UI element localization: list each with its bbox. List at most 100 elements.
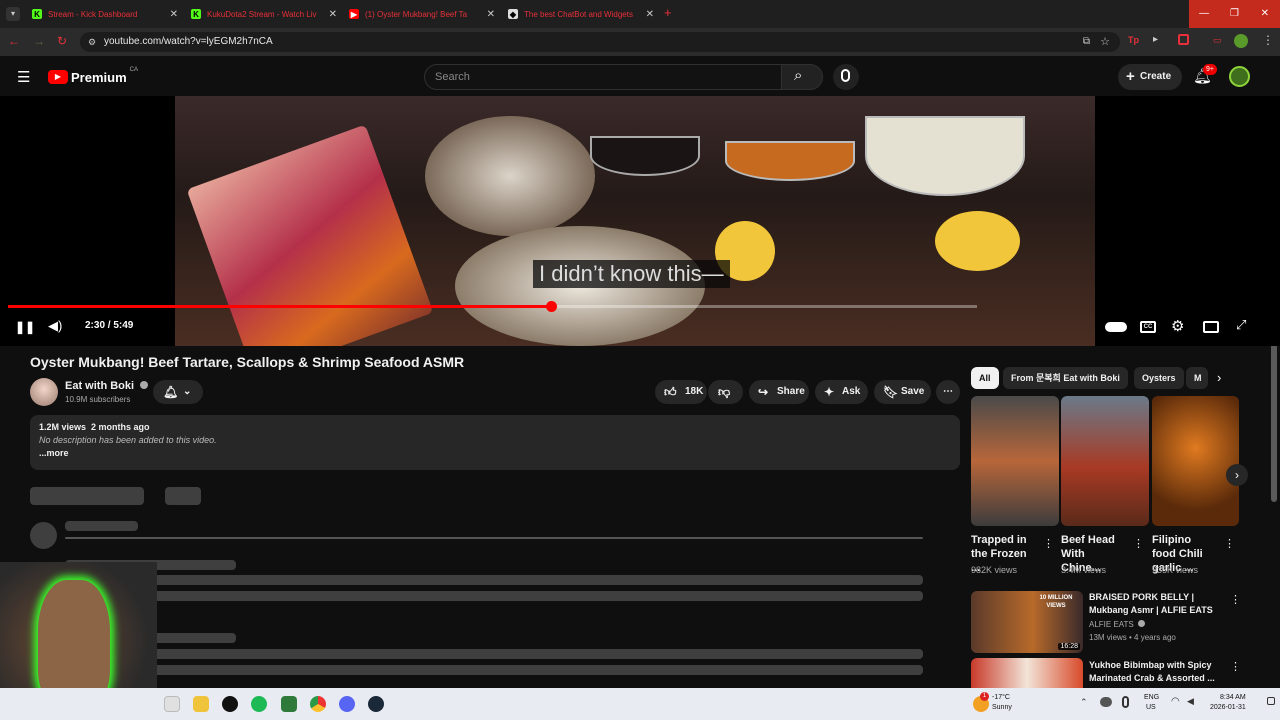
extension-icon[interactable]: ▭ bbox=[1213, 35, 1222, 46]
extension-icon[interactable]: Tp bbox=[1128, 35, 1139, 45]
progress-scrubber[interactable] bbox=[545, 301, 557, 312]
dislike-button[interactable]: 👎︎ bbox=[708, 380, 743, 404]
chip-oysters[interactable]: Oysters bbox=[1134, 367, 1184, 389]
create-button[interactable]: + Create bbox=[1118, 64, 1182, 90]
chip-all[interactable]: All bbox=[971, 367, 999, 389]
chip-more[interactable]: M bbox=[1186, 367, 1208, 389]
menu-icon[interactable]: ☰ bbox=[17, 68, 30, 86]
more-options-icon[interactable]: ⋮ bbox=[1133, 537, 1144, 550]
more-options-icon[interactable]: ⋮ bbox=[1230, 593, 1241, 606]
speaker-icon[interactable]: ◀︎ bbox=[1187, 696, 1194, 707]
channel-avatar[interactable] bbox=[30, 378, 58, 406]
steam-icon[interactable] bbox=[368, 696, 384, 712]
forward-icon[interactable]: → bbox=[33, 34, 45, 48]
start-menu-icon[interactable] bbox=[164, 696, 180, 712]
more-options-icon[interactable]: ⋮ bbox=[1230, 660, 1241, 673]
notification-badge: 9+ bbox=[1203, 64, 1217, 75]
chevron-up-icon[interactable]: ⌃ bbox=[1080, 697, 1088, 708]
tab-kick-dashboard[interactable]: K Stream - Kick Dashboard ✕ bbox=[32, 3, 178, 25]
autoplay-toggle[interactable] bbox=[1105, 322, 1127, 332]
channel-name[interactable]: ALFIE EATS bbox=[1089, 620, 1145, 629]
tiktok-icon[interactable] bbox=[222, 696, 238, 712]
share-button[interactable]: ↪ Share bbox=[749, 380, 809, 404]
youtube-logo[interactable]: ▶ Premium CA bbox=[48, 67, 138, 85]
chip-from-channel[interactable]: From 문복희 Eat with Boki bbox=[1003, 367, 1128, 389]
video-thumbnail[interactable]: 10 MILLION VIEWS 16:28 bbox=[971, 591, 1083, 653]
browser-menu-icon[interactable]: ⋮ bbox=[1262, 33, 1274, 47]
plus-icon: + bbox=[1126, 68, 1135, 85]
address-bar[interactable]: ⚙ youtube.com/watch?v=lyEGM2h7nCA ⧉ ☆ bbox=[80, 32, 1120, 52]
short-thumbnail[interactable] bbox=[971, 396, 1059, 526]
file-explorer-icon[interactable] bbox=[193, 696, 209, 712]
like-button[interactable]: 👍︎ 18K bbox=[655, 380, 707, 404]
weather-temp[interactable]: -17°C bbox=[992, 694, 1010, 701]
chevron-right-icon[interactable]: › bbox=[1217, 370, 1221, 385]
close-tab-icon[interactable]: ✕ bbox=[487, 9, 495, 20]
pause-icon[interactable]: ❚❚ bbox=[15, 320, 35, 334]
video-scene-tray bbox=[186, 124, 434, 346]
account-avatar[interactable] bbox=[1229, 66, 1250, 87]
wifi-icon[interactable]: ◠ bbox=[1171, 696, 1180, 707]
progress-bar[interactable] bbox=[8, 301, 977, 312]
fullscreen-icon[interactable]: ⤢ bbox=[1236, 317, 1246, 333]
close-tab-icon[interactable]: ✕ bbox=[646, 9, 654, 20]
description-box[interactable]: 1.2M views 2 months ago No description h… bbox=[30, 415, 960, 470]
more-options-icon[interactable]: ⋮ bbox=[1043, 537, 1054, 550]
search-button[interactable]: ⌕ bbox=[781, 64, 823, 90]
tab-search-button[interactable]: ▾ bbox=[6, 7, 20, 21]
closed-captions-icon[interactable]: CC bbox=[1140, 321, 1156, 333]
tab-youtube-active[interactable]: ▶ (1) Oyster Mukbang! Beef Ta ✕ bbox=[349, 3, 495, 25]
loading-placeholder bbox=[65, 575, 923, 585]
close-tab-icon[interactable]: ✕ bbox=[329, 9, 337, 20]
volume-icon[interactable]: ◀︎) bbox=[48, 318, 62, 334]
shorts-next-button[interactable]: › bbox=[1226, 464, 1248, 486]
maximize-button[interactable]: ❐ bbox=[1219, 0, 1249, 28]
reload-icon[interactable]: ↻ bbox=[57, 34, 67, 48]
minimize-button[interactable]: — bbox=[1189, 0, 1219, 28]
short-thumbnail[interactable] bbox=[1152, 396, 1239, 526]
video-player[interactable]: I didn’t know this— ❚❚ ◀︎) 2:30 / 5:49 C… bbox=[0, 96, 1280, 346]
video-title[interactable]: Yukhoe Bibimbap with Spicy Marinated Cra… bbox=[1089, 659, 1219, 685]
install-app-icon[interactable]: ⧉ bbox=[1083, 32, 1090, 52]
channel-name[interactable]: Eat with Boki bbox=[65, 380, 149, 392]
video-frame[interactable]: I didn’t know this— bbox=[175, 96, 1095, 346]
show-more-link[interactable]: ...more bbox=[39, 448, 951, 458]
tab-label: KukuDota2 Stream - Watch Liv bbox=[207, 9, 317, 19]
app-icon[interactable] bbox=[281, 696, 297, 712]
weather-desc[interactable]: Sunny bbox=[992, 704, 1012, 711]
save-button[interactable]: 🔖︎ Save bbox=[874, 380, 931, 404]
new-tab-button[interactable]: + bbox=[664, 5, 672, 20]
close-tab-icon[interactable]: ✕ bbox=[170, 9, 178, 20]
language-region[interactable]: US bbox=[1146, 704, 1156, 711]
profile-avatar[interactable] bbox=[1234, 34, 1248, 48]
close-window-button[interactable]: ✕ bbox=[1250, 0, 1280, 28]
clock-time[interactable]: 8:34 AM bbox=[1220, 694, 1246, 701]
spotify-icon[interactable] bbox=[251, 696, 267, 712]
extension-play-icon[interactable]: ▸ bbox=[1153, 34, 1158, 45]
voice-search-button[interactable] bbox=[833, 64, 859, 90]
theater-mode-icon[interactable] bbox=[1203, 321, 1219, 333]
tab-botrix[interactable]: ◆ The best ChatBot and Widgets ✕ bbox=[508, 3, 654, 25]
microphone-tray-icon[interactable] bbox=[1122, 696, 1129, 708]
clock-date[interactable]: 2026-01-31 bbox=[1210, 704, 1246, 711]
site-info-icon[interactable]: ⚙ bbox=[88, 32, 96, 52]
subscribe-notification-button[interactable]: 🔔︎ ⌄ bbox=[153, 380, 203, 404]
ask-button[interactable]: ✦ Ask bbox=[815, 380, 868, 404]
language-indicator[interactable]: ENG bbox=[1144, 694, 1159, 701]
url-text: youtube.com/watch?v=lyEGM2h7nCA bbox=[104, 36, 273, 47]
back-icon[interactable]: ← bbox=[8, 34, 20, 48]
notification-center-icon[interactable] bbox=[1267, 697, 1275, 705]
video-thumbnail[interactable] bbox=[971, 658, 1083, 688]
search-input[interactable]: Search bbox=[424, 64, 782, 90]
chrome-icon[interactable] bbox=[310, 696, 326, 712]
bookmark-star-icon[interactable]: ☆ bbox=[1100, 32, 1110, 52]
settings-gear-icon[interactable]: ⚙ bbox=[1171, 317, 1184, 335]
more-options-icon[interactable]: ⋮ bbox=[1224, 537, 1235, 550]
more-actions-button[interactable]: ⋯ bbox=[936, 380, 960, 404]
discord-icon[interactable] bbox=[339, 696, 355, 712]
short-thumbnail[interactable] bbox=[1061, 396, 1149, 526]
video-title[interactable]: BRAISED PORK BELLY | Mukbang Asmr | ALFI… bbox=[1089, 591, 1219, 617]
cloud-icon[interactable] bbox=[1100, 697, 1112, 707]
tab-kick-stream[interactable]: K KukuDota2 Stream - Watch Liv ✕ bbox=[191, 3, 337, 25]
extension-icon[interactable] bbox=[1178, 34, 1189, 45]
